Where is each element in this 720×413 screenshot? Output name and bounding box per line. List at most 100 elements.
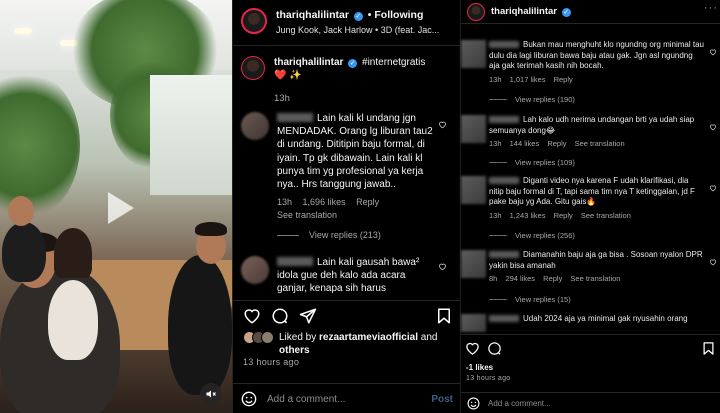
reply-button[interactable]: Reply [356,197,379,207]
comment: Lain kali kl undang jgn MENDADAK. Orang … [241,112,453,221]
liked-by-user[interactable]: rezaartameviaofficial [319,332,418,343]
comment-icon[interactable] [271,307,289,325]
heart-icon[interactable] [709,258,717,266]
view-replies-button[interactable]: View replies (256) [489,231,575,240]
avatar[interactable] [241,256,269,284]
post-header: thariqhalilintar ✓ • Following Jung Kook… [233,0,460,46]
add-comment-input[interactable]: Add a comment... [267,394,431,405]
follow-status[interactable]: Following [374,9,423,21]
ceiling-lamp [14,28,32,34]
caption-username[interactable]: thariqhalilintar [274,57,343,68]
add-comment-row: Add a comment... [461,392,720,413]
add-comment-input[interactable]: Add a comment... [488,399,551,408]
add-comment-row: Add a comment... Post [233,383,461,413]
comment-time: 13h [489,210,502,220]
like-heart-icon[interactable] [243,307,261,325]
post-caption: thariqhalilintar ✓ #internetgratis ❤️ ✨ … [241,56,453,105]
save-bookmark-icon[interactable] [701,341,716,356]
avatar[interactable] [241,112,269,140]
plant-foliage [0,70,80,220]
comment-text: Udah 2024 aja ya minimal gak nyusahin or… [523,314,688,323]
view-replies-button[interactable]: View replies (213) [277,230,381,240]
more-options-icon[interactable]: ··· [704,3,718,14]
reply-button[interactable]: Reply [554,75,573,84]
comment-username[interactable] [489,251,519,258]
avatar[interactable] [467,2,485,21]
divider [489,99,507,100]
comment-username[interactable] [489,315,519,322]
comment-text: Lain kali kl undang jgn MENDADAK. Orang … [277,113,433,191]
view-replies-label: View replies (109) [515,158,575,167]
comment-username[interactable] [489,116,519,123]
play-button[interactable] [96,186,140,230]
person-hair [195,222,227,236]
like-heart-icon[interactable] [465,341,480,356]
caption-emoji: ❤️ ✨ [274,70,302,81]
verified-icon: ✓ [353,12,363,21]
see-translation-link[interactable]: See translation [581,211,631,220]
comment-username[interactable] [489,177,519,184]
comment-likes[interactable]: 1,696 likes [303,197,346,207]
see-translation-link[interactable]: See translation [277,210,337,220]
reply-button[interactable]: Reply [547,139,566,148]
heart-icon[interactable] [438,120,447,129]
post-time: 13 hours ago [466,375,511,382]
reply-button[interactable]: Reply [554,211,573,220]
heart-icon[interactable] [709,184,717,192]
view-replies-button[interactable]: View replies (15) [489,295,571,304]
liked-by-others[interactable]: others [279,345,310,356]
liked-by-avatars [243,331,275,344]
play-icon [108,192,134,224]
reply-button[interactable]: Reply [543,274,562,283]
avatar[interactable] [461,250,486,278]
avatar[interactable] [241,56,265,80]
post-username[interactable]: thariqhalilintar [276,9,349,21]
emoji-icon[interactable] [467,397,480,410]
person [2,222,46,282]
avatar[interactable] [241,8,267,34]
heart-icon[interactable] [709,48,717,56]
view-replies-label: View replies (256) [515,231,575,240]
see-translation-link[interactable]: See translation [575,139,625,148]
divider [489,235,507,236]
view-replies-label: View replies (15) [515,295,571,304]
panel-username[interactable]: thariqhalilintar [491,6,557,17]
comment-time: 8h [489,274,498,283]
comment-username[interactable] [277,113,313,122]
comment-text: Diganti video nya karena F udah klarifik… [489,176,695,206]
comment-likes[interactable]: 1,243 likes [510,211,546,220]
heart-icon[interactable] [709,123,717,131]
emoji-icon[interactable] [241,391,257,407]
view-replies-button[interactable]: View replies (190) [489,95,575,104]
comment-likes[interactable]: 294 likes [505,274,535,283]
view-replies-button[interactable]: View replies (109) [489,158,575,167]
post-comment-button[interactable]: Post [431,394,453,405]
comment-likes[interactable]: 1,017 likes [510,75,546,84]
mute-button[interactable] [200,383,222,405]
avatar[interactable] [461,40,486,68]
avatar[interactable] [461,176,486,204]
comment-likes[interactable]: 144 likes [510,139,540,148]
separator-dot: • [367,9,372,21]
post-time: 13 hours ago [243,357,300,367]
speaker-muted-icon [206,390,216,398]
avatar[interactable] [461,115,486,143]
caption-hashtag[interactable]: #internetgratis [362,57,425,68]
view-replies-label: View replies (190) [515,95,575,104]
post-video[interactable] [0,0,232,413]
comment-username[interactable] [489,41,519,48]
divider [489,162,507,163]
avatar[interactable] [461,314,486,332]
comment-username[interactable] [277,257,313,266]
comment-time: 13h [277,197,293,208]
likes-count[interactable]: -1 likes [466,363,493,372]
save-bookmark-icon[interactable] [435,307,453,325]
comment-icon[interactable] [487,341,502,356]
verified-icon: ✓ [348,59,358,68]
post-actions: Liked by rezaartameviaofficial and other… [233,300,461,413]
share-icon[interactable] [299,307,317,325]
see-translation-link[interactable]: See translation [570,274,620,283]
audio-track[interactable]: Jung Kook, Jack Harlow • 3D (feat. Jac..… [276,23,439,38]
heart-icon[interactable] [438,262,447,271]
comment-text: Lah kalo udh nerima undangan brti ya uda… [489,115,695,135]
